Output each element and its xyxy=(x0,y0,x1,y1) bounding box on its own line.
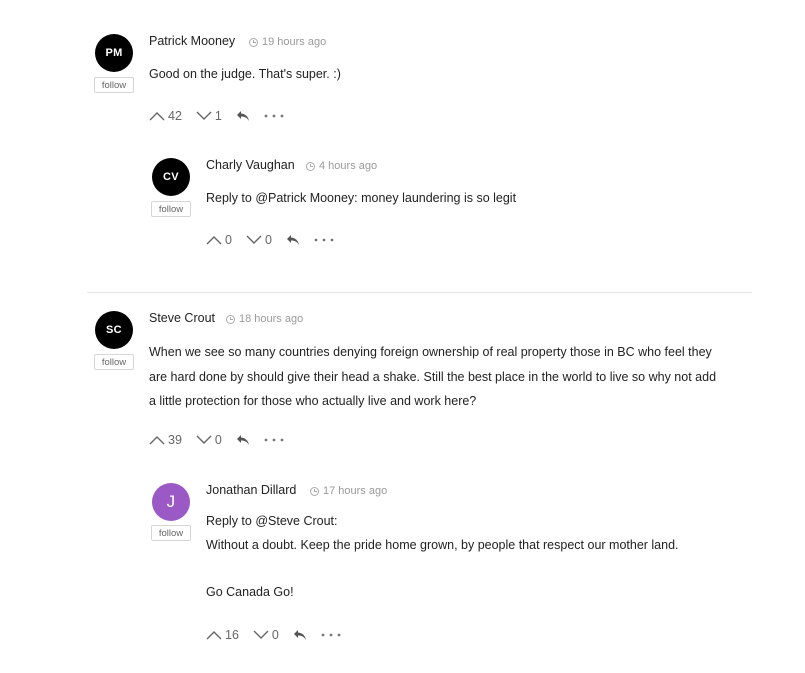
chevron-up-icon xyxy=(206,631,222,640)
clock-icon xyxy=(226,314,235,324)
timestamp-text: 19 hours ago xyxy=(262,36,327,48)
reply-icon xyxy=(286,235,299,245)
comment-line: When we see so many countries denying fo… xyxy=(149,345,712,359)
reply-button[interactable] xyxy=(293,629,307,641)
follow-button[interactable]: follow xyxy=(151,525,191,541)
comment-line: are hard done by should give their head … xyxy=(149,369,717,384)
author-name[interactable]: Steve Crout xyxy=(149,311,215,325)
more-options-button[interactable] xyxy=(264,114,284,118)
downvote-button[interactable]: 0 xyxy=(246,233,272,247)
upvote-button[interactable]: 39 xyxy=(149,433,182,447)
downvote-button[interactable]: 0 xyxy=(196,433,222,447)
avatar-initials: SC xyxy=(106,324,122,336)
comment-actions: 42 1 xyxy=(149,109,298,123)
upvote-button[interactable]: 0 xyxy=(206,233,232,247)
clock-icon xyxy=(306,161,315,171)
reply-icon xyxy=(236,111,249,121)
comment-line: Reply to @Steve Crout: xyxy=(206,514,338,528)
comment-body: When we see so many countries denying fo… xyxy=(149,340,716,414)
downvote-button[interactable]: 0 xyxy=(253,628,279,642)
timestamp-text: 18 hours ago xyxy=(239,313,304,325)
comment-line: Good on the judge. That's super. :) xyxy=(149,67,341,81)
reply-icon xyxy=(236,435,249,445)
timestamp: 17 hours ago xyxy=(310,485,387,497)
avatar[interactable]: SC xyxy=(95,311,133,349)
timestamp: 18 hours ago xyxy=(226,313,303,325)
comment-line: Without a doubt. Keep the pride home gro… xyxy=(206,537,679,552)
reply-button[interactable] xyxy=(236,434,250,446)
avatar-initials: J xyxy=(166,492,176,511)
comment-line: a little protection for those who actual… xyxy=(149,394,477,408)
chevron-down-icon xyxy=(246,235,262,244)
upvote-button[interactable]: 42 xyxy=(149,109,182,123)
avatar[interactable]: PM xyxy=(95,34,133,72)
chevron-down-icon xyxy=(196,435,212,444)
more-icon xyxy=(321,633,341,637)
upvote-count: 42 xyxy=(168,109,182,123)
timestamp: 4 hours ago xyxy=(306,160,377,172)
comment-body: Good on the judge. That's super. :) xyxy=(149,62,341,87)
chevron-up-icon xyxy=(206,236,222,245)
avatar[interactable]: CV xyxy=(152,158,190,196)
chevron-up-icon xyxy=(149,436,165,445)
chevron-down-icon xyxy=(253,630,269,639)
downvote-count: 0 xyxy=(214,433,222,447)
upvote-count: 16 xyxy=(225,628,239,642)
follow-button[interactable]: follow xyxy=(94,354,134,370)
upvote-count: 0 xyxy=(225,233,232,247)
chevron-down-icon xyxy=(196,111,212,120)
chevron-up-icon xyxy=(149,112,165,121)
timestamp: 19 hours ago xyxy=(249,36,326,48)
upvote-button[interactable]: 16 xyxy=(206,628,239,642)
comment-line xyxy=(206,557,679,581)
comment-line: Reply to @Patrick Mooney: money launderi… xyxy=(206,191,517,205)
author-name[interactable]: Charly Vaughan xyxy=(206,158,295,172)
author-name[interactable]: Jonathan Dillard xyxy=(206,483,296,497)
comment-line: Go Canada Go! xyxy=(206,584,294,599)
comment-actions: 16 0 xyxy=(206,628,355,642)
avatar-initials: CV xyxy=(163,171,179,183)
more-options-button[interactable] xyxy=(321,633,341,637)
upvote-count: 39 xyxy=(168,433,182,447)
downvote-count: 0 xyxy=(264,233,272,247)
comment-body: Reply to @Steve Crout: Without a doubt. … xyxy=(206,510,679,604)
more-icon xyxy=(264,438,284,442)
reply-button[interactable] xyxy=(286,234,300,246)
follow-button[interactable]: follow xyxy=(151,201,191,217)
comment-body: Reply to @Patrick Mooney: money launderi… xyxy=(206,186,516,211)
timestamp-text: 17 hours ago xyxy=(323,485,388,497)
more-icon xyxy=(314,238,334,242)
more-options-button[interactable] xyxy=(314,238,334,242)
avatar-initials: PM xyxy=(105,47,123,59)
clock-icon xyxy=(249,37,258,47)
avatar[interactable]: J xyxy=(152,483,190,521)
timestamp-text: 4 hours ago xyxy=(319,160,378,172)
reply-icon xyxy=(293,630,306,640)
follow-button[interactable]: follow xyxy=(94,77,134,93)
comment-actions: 39 0 xyxy=(149,433,298,447)
thread-divider xyxy=(87,292,752,293)
author-name[interactable]: Patrick Mooney xyxy=(149,34,235,48)
more-icon xyxy=(264,114,284,118)
downvote-button[interactable]: 1 xyxy=(196,109,222,123)
reply-button[interactable] xyxy=(236,110,250,122)
more-options-button[interactable] xyxy=(264,438,284,442)
comment-actions: 0 0 xyxy=(206,233,348,247)
clock-icon xyxy=(310,486,319,496)
downvote-count: 0 xyxy=(271,628,279,642)
downvote-count: 1 xyxy=(214,109,222,123)
